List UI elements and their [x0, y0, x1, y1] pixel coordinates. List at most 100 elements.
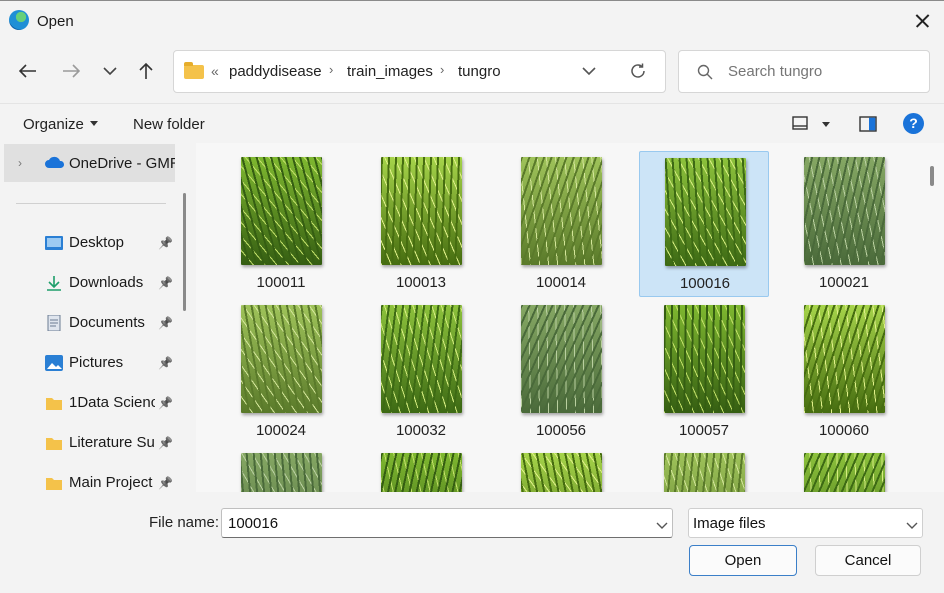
file-item[interactable]: 100060	[779, 299, 909, 445]
file-item[interactable]: 100021	[779, 151, 909, 297]
breadcrumb-paddydisease[interactable]: paddydisease	[229, 63, 322, 80]
desktop-icon	[45, 235, 63, 251]
sidebar-item-label: 1Data Science	[69, 394, 155, 411]
sidebar-item-label: Documents	[69, 314, 145, 331]
file-item[interactable]: 100056	[496, 299, 626, 445]
sidebar-divider	[16, 203, 166, 204]
open-button[interactable]: Open	[689, 545, 797, 576]
file-item[interactable]: 100011	[216, 151, 346, 297]
file-name-label: 100016	[679, 275, 731, 292]
pin-icon: 📌	[158, 236, 173, 250]
cancel-button[interactable]: Cancel	[815, 545, 921, 576]
up-arrow-icon[interactable]	[132, 57, 160, 85]
image-thumbnail	[521, 453, 602, 492]
navigation-bar: « paddydisease › train_images › tungro	[0, 40, 944, 102]
sidebar-item-label: Pictures	[69, 354, 124, 371]
address-bar[interactable]: « paddydisease › train_images › tungro	[173, 50, 666, 93]
download-icon	[45, 275, 63, 291]
image-thumbnail	[241, 157, 322, 265]
file-name-label: File name:	[149, 514, 220, 531]
chevron-right-icon[interactable]: ›	[440, 62, 444, 77]
navigation-pane: › OneDrive - GMR Desktop 📌 Downloads 📌 Docum…	[0, 143, 190, 492]
chevron-down-icon[interactable]	[656, 518, 668, 534]
image-thumbnail	[521, 305, 602, 413]
file-list-scrollbar[interactable]	[930, 166, 934, 186]
new-folder-button[interactable]: New folder	[133, 116, 205, 133]
sidebar-item-1[interactable]: Downloads 📌	[0, 263, 178, 303]
refresh-icon[interactable]	[629, 62, 647, 83]
chevron-right-icon[interactable]: ›	[329, 62, 333, 77]
file-item[interactable]: 100016	[639, 151, 769, 297]
image-thumbnail	[381, 453, 462, 492]
image-thumbnail	[664, 305, 745, 413]
pin-icon: 📌	[158, 436, 173, 450]
pin-icon: 📌	[158, 276, 173, 290]
forward-arrow-icon[interactable]	[57, 57, 85, 85]
title-bar: Open	[0, 0, 944, 40]
image-thumbnail	[804, 305, 885, 413]
file-item[interactable]: 100014	[496, 151, 626, 297]
document-icon	[45, 314, 63, 332]
expand-chevron-icon[interactable]: ›	[18, 156, 22, 170]
sidebar-item-0[interactable]: Desktop 📌	[0, 223, 178, 263]
cloud-icon	[45, 156, 65, 168]
sidebar-item-2[interactable]: Documents 📌	[0, 303, 178, 343]
sidebar-item-6[interactable]: Main Project 📌	[0, 463, 178, 492]
folder-icon	[45, 475, 63, 491]
sidebar-item-label: Literature Survey	[69, 434, 155, 451]
sidebar-item-4[interactable]: 1Data Science📌	[0, 383, 178, 423]
file-name-combobox[interactable]	[221, 508, 673, 538]
search-input[interactable]	[728, 63, 918, 80]
back-arrow-icon[interactable]	[14, 57, 42, 85]
sidebar-onedrive-label: OneDrive - GMR	[69, 155, 175, 172]
sidebar-scrollbar[interactable]	[183, 193, 186, 311]
file-item[interactable]	[779, 447, 909, 492]
file-item[interactable]	[639, 447, 769, 492]
file-name-label: 100024	[255, 422, 307, 439]
file-name-label: 100057	[678, 422, 730, 439]
address-dropdown-icon[interactable]	[582, 63, 596, 82]
breadcrumb-train-images[interactable]: train_images	[347, 63, 433, 80]
view-layout-icon[interactable]	[792, 116, 808, 133]
file-type-select[interactable]: Image files	[688, 508, 923, 538]
pin-icon: 📌	[158, 356, 173, 370]
image-thumbnail	[664, 453, 745, 492]
file-item[interactable]: 100024	[216, 299, 346, 445]
file-item[interactable]	[216, 447, 346, 492]
file-item[interactable]: 100057	[639, 299, 769, 445]
sidebar-item-onedrive[interactable]: › OneDrive - GMR	[4, 144, 175, 182]
file-item[interactable]	[496, 447, 626, 492]
address-overflow[interactable]: «	[211, 63, 219, 79]
help-icon[interactable]: ?	[903, 113, 924, 134]
file-name-label: 100060	[818, 422, 870, 439]
file-type-value: Image files	[693, 515, 766, 532]
breadcrumb-tungro[interactable]: tungro	[458, 63, 501, 80]
file-item[interactable]: 100013	[356, 151, 486, 297]
file-item[interactable]	[356, 447, 486, 492]
file-name-input[interactable]	[228, 515, 628, 532]
search-box[interactable]	[678, 50, 930, 93]
recent-locations-chevron-icon[interactable]	[96, 57, 124, 85]
image-thumbnail	[381, 305, 462, 413]
image-thumbnail	[241, 305, 322, 413]
file-name-label: 100013	[395, 274, 447, 291]
pin-icon: 📌	[158, 316, 173, 330]
pin-icon: 📌	[158, 476, 173, 490]
preview-pane-icon[interactable]	[859, 116, 877, 135]
sidebar-item-label: Desktop	[69, 234, 125, 251]
close-icon[interactable]	[904, 5, 940, 37]
organize-menu-button[interactable]: Organize	[23, 116, 98, 133]
image-thumbnail	[381, 157, 462, 265]
chevron-down-icon[interactable]	[906, 518, 918, 534]
dialog-footer: File name: Image files Open Cancel	[0, 492, 944, 593]
file-item[interactable]: 100032	[356, 299, 486, 445]
window-title: Open	[37, 13, 74, 30]
sidebar-item-label: Downloads	[69, 274, 144, 291]
sidebar-item-3[interactable]: Pictures 📌	[0, 343, 178, 383]
file-name-label: 100032	[395, 422, 447, 439]
sidebar-item-5[interactable]: Literature Survey📌	[0, 423, 178, 463]
file-name-label: 100014	[535, 274, 587, 291]
folder-icon	[45, 395, 63, 411]
file-name-label: 100021	[818, 274, 870, 291]
view-options-caret-icon[interactable]	[822, 122, 830, 127]
